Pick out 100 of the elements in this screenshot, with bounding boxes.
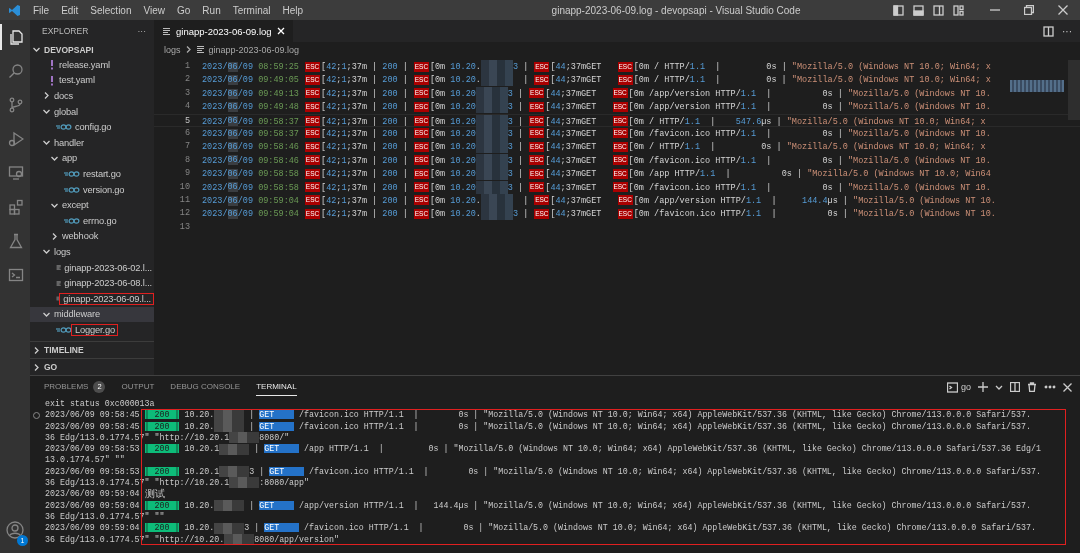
tree-item[interactable]: except xyxy=(62,200,91,211)
line-number: 3 xyxy=(183,86,191,100)
go-file-icon xyxy=(56,123,72,132)
breadcrumb-item[interactable]: logs xyxy=(164,44,181,55)
tree-item[interactable]: docs xyxy=(54,91,76,101)
monitor-icon[interactable] xyxy=(8,165,24,181)
chevron-right-icon[interactable] xyxy=(50,231,59,241)
terminal-line: 13.0.1774.57" "" xyxy=(45,454,125,466)
chevron-right-icon[interactable] xyxy=(42,91,51,101)
lines-icon xyxy=(195,45,205,54)
go-file-icon xyxy=(64,216,80,225)
sidebar-title: EXPLORER xyxy=(42,26,89,36)
tree-item[interactable]: app xyxy=(62,153,80,164)
line-number: 10 xyxy=(178,180,191,194)
go-file-icon xyxy=(64,169,80,178)
split-editor-icon[interactable] xyxy=(1043,25,1054,37)
app-logo-icon xyxy=(8,3,21,17)
editor-tab[interactable]: ginapp-2023-06-09.log xyxy=(154,20,293,42)
trash-icon[interactable] xyxy=(1027,382,1037,392)
files-icon[interactable] xyxy=(8,29,24,45)
menu-item[interactable]: Go xyxy=(171,4,197,16)
tree-item[interactable]: release.yaml xyxy=(59,59,112,70)
line-number: 2 xyxy=(183,73,191,87)
tree-item[interactable]: Logger.go xyxy=(71,323,118,336)
flask-icon[interactable] xyxy=(8,233,24,249)
branch-icon[interactable] xyxy=(8,97,24,113)
terminal-text: 测试 xyxy=(144,488,165,500)
sidebar-toggle-icon[interactable] xyxy=(893,4,904,16)
more-actions-button[interactable]: ··· xyxy=(137,26,146,36)
line-number: 4 xyxy=(183,100,191,114)
search-icon[interactable] xyxy=(8,63,24,79)
close-icon[interactable] xyxy=(1063,382,1072,392)
terminal-line: exit status 0xc000013a xyxy=(45,398,155,410)
lines-icon xyxy=(162,26,171,36)
line-number: 11 xyxy=(178,193,191,207)
play-bug-icon[interactable] xyxy=(8,131,24,147)
line-number: 7 xyxy=(183,140,191,154)
terminal-line: 2023/06/09 09:58:53 | 200 | 10.20.1 3 | GET /favicon.ico HTTP/1.1 | 0s | "Mozilla/5.0 (Windows NT 10.0; Win64; x64) AppleWebKit/537.36 (KHTML, like Gecko) Chrome/113.0.0.0 Safari/537. xyxy=(45,465,1041,478)
tree-item[interactable]: handler xyxy=(54,137,86,148)
line-number: 8 xyxy=(183,153,191,167)
terminal-line: 2023/06/09 09:59:04 | 200 | 10.20. | GET /app/version HTTP/1.1 | 144.4µs | "Mozilla/5.0 (Windows NT 10.0; Win64; x64) AppleWebKit/537.36 (KHTML, like Gecko) Chrome/113.0.0.0 Safari/537. xyxy=(45,499,1031,511)
exclamation-icon xyxy=(48,59,56,71)
chevron-down-icon[interactable] xyxy=(42,107,51,117)
tree-item[interactable]: test.yaml xyxy=(59,75,97,86)
menu-item[interactable]: Run xyxy=(196,4,227,16)
chevron-right-icon xyxy=(184,45,192,54)
terminal-text: 2023/06/09 09:59:04 xyxy=(45,488,140,500)
terminal-name[interactable]: go xyxy=(961,382,971,392)
more-icon[interactable] xyxy=(1044,385,1056,389)
panel-toggle-icon[interactable] xyxy=(913,4,924,16)
tree-item[interactable]: version.go xyxy=(83,184,127,195)
tree-item[interactable]: global xyxy=(54,106,80,117)
chevron-down-icon[interactable] xyxy=(42,138,51,148)
layout-icon[interactable] xyxy=(953,4,964,16)
tree-item[interactable]: restart.go xyxy=(83,168,123,179)
terminal-line: 2023/06/09 09:59:04 | 200 | 10.20. 3 | GET /favicon.ico HTTP/1.1 | 0s | "Mozilla/5.0 (Windows NT 10.0; Win64; x64) AppleWebKit/537.36 (KHTML, like Gecko) Chrome/113.0.0.0 Safari/537. xyxy=(45,522,1036,534)
project-header[interactable]: DEVOPSAPI xyxy=(44,44,94,55)
menu-item[interactable]: View xyxy=(137,4,171,16)
line-number: 12 xyxy=(178,207,191,221)
section-header[interactable]: TIMELINE xyxy=(44,345,84,355)
tree-item[interactable]: errno.go xyxy=(83,215,119,226)
menu-item[interactable]: Selection xyxy=(84,4,138,16)
menu-item[interactable]: Help xyxy=(276,4,310,16)
chevron-down-icon[interactable] xyxy=(995,383,1003,391)
terminal-line: 2023/06/09 09:58:45 | 200 | 10.20. | GET /favicon.ico HTTP/1.1 | 0s | "Mozilla/5.0 (Windows NT 10.0; Win64; x64) AppleWebKit/537.36 (KHTML, like Gecko) Chrome/113.0.0.0 Safari/537. xyxy=(45,420,1031,432)
tree-item[interactable]: ginapp-2023-06-08.l... xyxy=(64,278,154,289)
lines-icon xyxy=(56,263,62,272)
go-file-icon xyxy=(64,185,80,194)
tree-item[interactable]: ginapp-2023-06-02.l... xyxy=(64,262,154,273)
panel-tab[interactable]: TERMINAL xyxy=(256,378,297,396)
panel-tab[interactable]: DEBUG CONSOLE xyxy=(170,378,241,396)
split-terminal-icon[interactable] xyxy=(1010,382,1020,392)
chevron-right-icon[interactable] xyxy=(32,362,41,372)
account-icon[interactable] xyxy=(6,521,24,539)
line-number: 9 xyxy=(183,167,191,181)
go-file-icon xyxy=(56,325,72,334)
restore-icon[interactable] xyxy=(1024,5,1034,15)
chevron-down-icon[interactable] xyxy=(42,247,51,257)
lines-icon xyxy=(56,278,62,288)
tree-item[interactable]: config.go xyxy=(75,122,114,133)
secondary-sidebar-icon[interactable] xyxy=(933,4,944,16)
menu-item[interactable]: Terminal xyxy=(226,4,277,16)
tree-item[interactable]: webhook xyxy=(62,231,101,242)
terminal-icon[interactable] xyxy=(947,381,958,393)
panel-tab[interactable]: OUTPUT xyxy=(121,378,155,396)
section-header[interactable]: GO xyxy=(44,362,58,372)
tree-item[interactable]: logs xyxy=(54,246,73,257)
menu-item[interactable]: File xyxy=(27,4,56,16)
breadcrumb-item[interactable]: ginapp-2023-06-09.log xyxy=(208,44,300,55)
more-actions-button[interactable]: ··· xyxy=(1062,25,1072,37)
chevron-down-icon[interactable] xyxy=(32,45,41,54)
chevron-right-icon[interactable] xyxy=(32,345,41,355)
extensions-icon[interactable] xyxy=(8,199,24,215)
terminal-line: 2023/06/09 09:58:53 | 200 | 10.20.1 | GET /app HTTP/1.1 | 0s | "Mozilla/5.0 (Windows NT 10.0; Win64; x64) AppleWebKit/537.36 (KHTML, like Gecko) Chrome/113.0.0.0 Safari/537.36 Edg/1 xyxy=(45,443,1041,455)
close-icon[interactable] xyxy=(1058,5,1068,15)
line-number: 13 xyxy=(178,220,191,234)
menu-item[interactable]: Edit xyxy=(55,4,85,16)
tree-item[interactable]: ginapp-2023-06-09.l... xyxy=(59,292,154,305)
plus-icon[interactable] xyxy=(978,382,988,392)
exclamation-icon xyxy=(48,74,56,86)
